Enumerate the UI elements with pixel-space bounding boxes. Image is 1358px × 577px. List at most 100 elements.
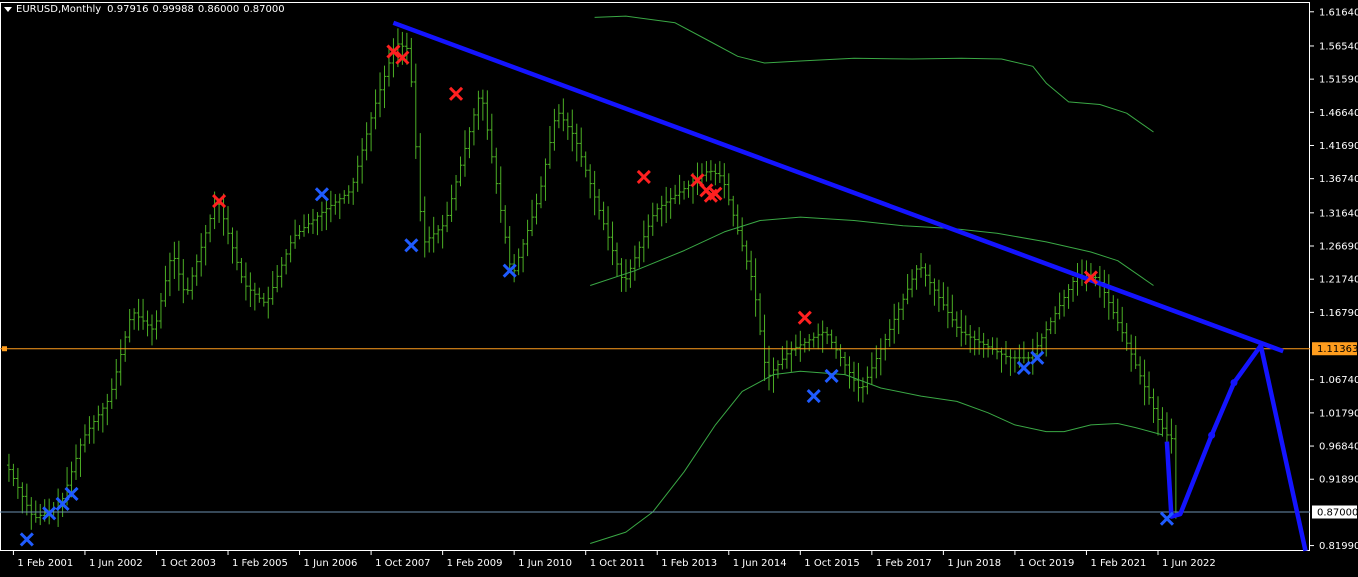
ohlc-bar [735,204,740,235]
ohlc-bar [328,190,333,223]
ohlc-bar [1039,333,1044,353]
ohlc-bar [342,190,347,204]
ohlc-bar [655,203,660,222]
ohlc-bar [1079,259,1084,286]
ohlc-bar [257,287,262,303]
ohlc-bar [977,327,982,355]
ohlc-bar [194,254,199,286]
ohlc-bar [1142,359,1147,406]
envelope-middle-line [590,216,1154,286]
y-tick-label: 1.51590 [1319,75,1358,86]
ohlc-bar [275,265,280,293]
ohlc-bar [901,293,906,320]
ohlc-bar [606,206,611,251]
ohlc-bars [6,28,1178,530]
ohlc-bar [579,127,584,167]
ohlc-bar [936,279,941,312]
x-tick-label: 1 Oct 2003 [160,558,215,569]
ohlc-bar [1138,356,1143,385]
ohlc-bar [530,199,535,237]
ohlc-bar [1066,284,1071,309]
ohlc-bar [851,361,856,392]
ohlc-bar [373,89,378,130]
ohlc-bar [199,233,204,277]
chart-header: EURUSD,Monthly 0.97916 0.99988 0.86000 0.870… [4,4,289,15]
ohlc-bar [302,214,307,237]
ohlc-bar [288,235,293,263]
y-tick-label: 1.06740 [1319,375,1358,386]
ohlc-bar [78,438,83,477]
ohlc-bar [990,337,995,355]
ohlc-bar [20,482,25,514]
ohlc-bar [279,257,284,288]
ohlc-bar [1129,334,1134,372]
ohlc-bar [315,212,320,236]
ohlc-bar [440,214,445,249]
ohlc-bar [74,444,79,480]
ohlc-bar [270,271,275,305]
ohlc-bar [758,293,763,336]
ohlc-bar [610,221,615,266]
ohlc-bar [865,366,870,395]
ohlc-bar [306,213,311,234]
projection-node [1208,431,1216,439]
ohlc-bar [547,125,552,169]
line-handle [2,346,7,352]
ohlc-bar [145,310,150,337]
ohlc-bar [981,332,986,358]
ohlc-bar [355,155,360,192]
ohlc-bar [100,402,105,433]
sell-signal-marker [797,310,812,325]
ohlc-bar [185,277,190,295]
ohlc-bar [29,497,34,530]
ohlc-bar [1111,295,1116,320]
ohlc-bar [905,273,910,305]
ohlc-bar [346,185,351,204]
chart-canvas[interactable]: 1.61640 1.56540 1.51590 1.46640 1.41690 1.367… [0,0,1358,573]
ohlc-bar [628,259,633,288]
sell-signal-marker [448,86,464,101]
ohlc-bar [1173,424,1178,519]
ohlc-bar [1106,274,1111,320]
y-tick-label: 1.56540 [1319,41,1358,52]
ohlc-bar [485,90,490,140]
ohlc-bar [941,282,946,311]
buy-signal-marker [824,368,839,384]
ohlc-bar [1133,336,1138,370]
ohlc-bar [552,108,557,151]
y-tick-label: 1.26690 [1319,242,1358,253]
ohlc-bar [543,158,548,201]
ohlc-bar [516,248,521,276]
ohlc-bar [503,205,508,244]
ohlc-bar [489,113,494,164]
ohlc-bar [780,346,785,370]
ohlc-bar [382,65,387,109]
x-tick-label: 1 Oct 2011 [590,558,645,569]
ohlc-bar [682,180,687,200]
ohlc-bar [136,298,141,331]
y-tick-label: 1.61640 [1319,7,1358,18]
ohlc-bar [310,208,315,234]
ohlc-bar [927,264,932,295]
ohlc-bar [597,188,602,220]
ohlc-bar [954,311,959,338]
ohlc-bar [883,333,888,361]
ohlc-bar [391,38,396,78]
dropdown-triangle-icon[interactable] [4,6,12,12]
ohlc-bar [717,161,722,183]
symbol-timeframe: EURUSD,Monthly [16,4,102,15]
ohlc-bar [1062,289,1067,317]
ohlc-bar [261,292,266,307]
ohlc-bar [248,272,253,308]
ohlc-bar [1151,388,1156,423]
ohlc-bar [887,319,892,347]
ohlc-bar [413,63,418,159]
y-tick-label: 1.41690 [1319,141,1358,152]
ohlc-bar [914,265,919,290]
price-chart[interactable]: EURUSD,Monthly 0.97916 0.99988 0.86000 0.870… [0,0,1358,573]
envelope-upper-line [594,15,1154,133]
ohlc-bar [91,415,96,444]
ohlc-bar [673,184,678,204]
y-tick-label: 0.81990 [1319,541,1358,552]
ohlc-bar [592,170,597,216]
